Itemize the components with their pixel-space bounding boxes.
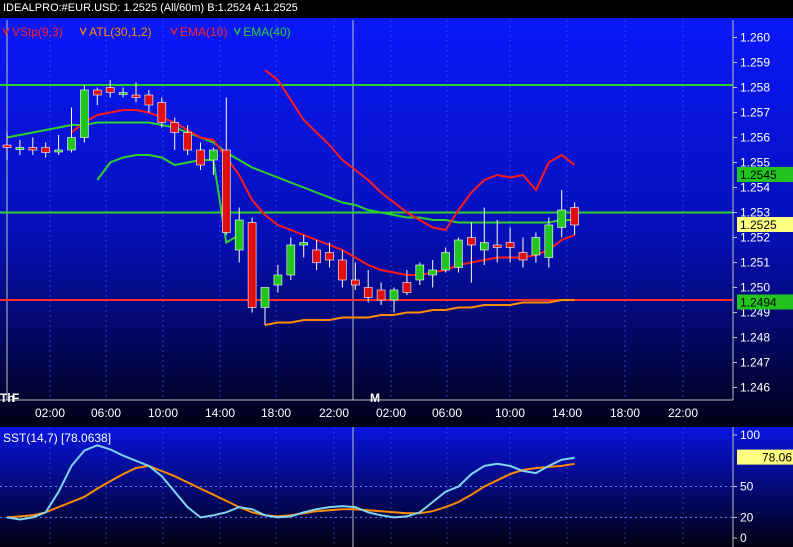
x-tick-label: 18:00 [610,406,640,420]
candle-body [312,249,321,263]
y-tick-label: 1.246 [740,381,770,395]
candle-body [247,222,257,308]
x-tick-label: 10:00 [148,406,178,420]
candle-body [2,144,12,148]
osc-y-tick-label: 20 [740,510,754,524]
ask-label: A: [253,2,265,14]
osc-legend-label: SST(14,7) [78.0638] [3,431,111,445]
candle-body [28,147,38,151]
candle-body [570,207,579,226]
y-tick-label: 1.247 [740,356,770,370]
x-tick-label: 14:00 [205,406,235,420]
candle-body [209,149,218,161]
candle-body [157,102,167,123]
candle-body [41,147,51,153]
y-tick-label: 1.258 [740,81,770,95]
day-marker: F [12,391,19,405]
x-tick-label: 10:00 [495,406,525,420]
osc-y-tick-label: 0 [740,531,747,545]
x-tick-label: 02:00 [376,406,406,420]
candle-body [105,87,115,93]
x-tick-label: 06:00 [432,406,462,420]
candle-body [54,149,63,153]
candle-body [325,252,334,261]
legend-label: EMA(40) [243,25,290,39]
bid-label: B: [207,2,218,14]
candle-body [93,89,102,96]
candle-body [454,239,463,268]
title-bar: IDEALPRO:#EUR.USD: 1.2525 (All/60m) B:1.… [3,2,298,14]
candle-body [338,259,347,281]
candle-body [531,237,541,256]
candle-body [144,94,154,106]
candle-body [273,274,283,286]
osc-y-tick-label: 100 [740,428,760,442]
y-tick-label: 1.251 [740,256,770,270]
x-tick-label: 22:00 [668,406,698,420]
x-tick-label: 18:00 [261,406,291,420]
y-tick-label: 1.256 [740,131,770,145]
candle-body [505,242,515,248]
candle-body [234,219,244,251]
x-tick-label: 06:00 [91,406,121,420]
chart-window: 1.260 1.259 1.258 1.257 1.256 1.255 1.254 1.253… [0,0,793,547]
candle-body [15,147,25,150]
price-tag-label: 1.2494 [740,296,777,310]
osc-y-tick-label: 50 [740,480,754,494]
oscillator-panel[interactable]: 10078.06 50 20 0 SST(14,7) [78.0638] [0,427,793,547]
legend-label: EMA(10) [180,25,227,39]
x-tick-label: 14:00 [552,406,582,420]
x-tick-label: 02:00 [35,406,65,420]
candle-body [557,209,567,228]
candle-body [376,289,386,301]
interval-label: (All/60m) [160,2,205,14]
candle-body [222,149,231,233]
y-tick-label: 1.248 [740,331,770,345]
candle-body [518,252,528,261]
candle-body [131,94,141,98]
bid-value: 1.2524 [217,2,252,14]
y-tick-label: 1.250 [740,281,770,295]
price-tag-label: 1.2525 [740,218,777,232]
y-tick-label: 1.252 [740,231,770,245]
legend-label: VStp(9,3) [12,25,63,39]
price-panel[interactable]: 1.2601.2591.2581.2571.2561.2551.2541.253… [0,0,793,426]
ask-value: 1.2525 [264,2,298,14]
candle-body [389,289,399,301]
candle-body [299,242,309,246]
last-price: 1.2525 [123,2,158,14]
legend-label: ATL(30,1,2) [89,25,151,39]
candle-body [402,282,412,293]
candle-body [544,224,554,258]
y-tick-label: 1.259 [740,56,770,70]
day-marker: M [370,391,380,405]
candle-body [479,242,489,251]
candle-body [363,287,373,298]
y-tick-label: 1.260 [740,31,770,45]
x-tick-label: 22:00 [319,406,349,420]
y-tick-label: 1.257 [740,106,770,120]
candle-body [67,137,76,151]
symbol-label: IDEALPRO:#EUR.USD: [3,2,121,14]
candle-body [428,269,438,276]
osc-value-label: 78.06 [762,451,792,465]
candle-body [183,132,192,151]
candle-body [415,264,425,281]
candle-body [196,149,205,166]
candle-body [492,244,502,248]
candle-body [441,252,450,271]
candle-body [260,287,270,308]
price-tag-label: 1.2545 [740,168,777,182]
y-tick-label: 1.254 [740,181,770,195]
candle-body [170,122,179,133]
candle-body [80,89,89,138]
candle-body [350,279,360,286]
candle-body [467,237,476,246]
candle-body [118,92,128,95]
candle-body [286,244,296,276]
